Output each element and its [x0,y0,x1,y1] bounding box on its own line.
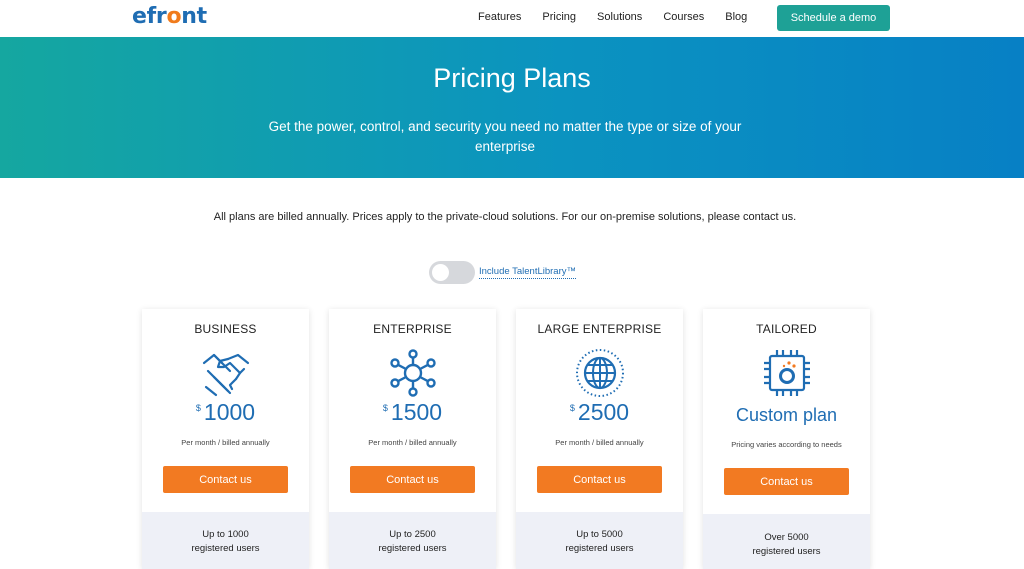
plan-period: Per month / billed annually [368,438,457,447]
top-navigation: efront Features Pricing Solutions Course… [0,0,1024,37]
handshake-icon [202,353,250,397]
plan-card-enterprise: ENTERPRISE $1500 Per month / billed annu… [329,309,496,569]
plan-period: Per month / billed annually [555,438,644,447]
nav-link-courses[interactable]: Courses [663,11,704,23]
plan-name: ENTERPRISE [373,322,452,336]
plan-period: Pricing varies according to needs [731,440,842,449]
plan-card-tailored: TAILORED Custom plan Pricing varies acco… [703,309,870,569]
plan-users: Up to 2500 registered users [329,512,496,569]
contact-us-button[interactable]: Contact us [163,466,288,493]
plan-users: Over 5000 registered users [703,514,870,569]
nav-links: Features Pricing Solutions Courses Blog [478,11,768,23]
schedule-demo-button[interactable]: Schedule a demo [777,5,890,31]
nav-link-blog[interactable]: Blog [725,11,747,23]
plan-name: BUSINESS [194,322,257,336]
plan-custom-price: Custom plan [735,405,838,425]
nav-link-pricing[interactable]: Pricing [542,11,576,23]
nav-link-solutions[interactable]: Solutions [597,11,642,23]
toggle-knob [432,264,449,281]
plan-name: LARGE ENTERPRISE [537,322,662,336]
plan-card-large-enterprise: LARGE ENTERPRISE $2500 Per month / bille… [516,309,683,569]
plan-name: TAILORED [756,322,817,336]
chip-icon [764,350,810,396]
nav-link-features[interactable]: Features [478,11,521,23]
plan-users: Up to 1000 registered users [142,512,309,569]
efront-logo[interactable]: efront [132,4,207,29]
contact-us-button[interactable]: Contact us [724,468,849,495]
plan-price: $1000 [195,399,256,425]
plan-period: Per month / billed annually [181,438,270,447]
billing-note: All plans are billed annually. Prices ap… [213,211,797,223]
plan-card-business: BUSINESS $1000 Per month / billed annual… [142,309,309,569]
plan-users: Up to 5000 registered users [516,512,683,569]
globe-icon [576,349,624,397]
talentlibrary-toggle[interactable] [429,261,475,284]
contact-us-button[interactable]: Contact us [350,466,475,493]
plan-price: $1500 [382,399,443,425]
hero-banner: Pricing Plans Get the power, control, an… [0,37,1024,178]
plan-price: $2500 [569,399,630,425]
network-hub-icon [390,349,436,397]
talentlibrary-toggle-label[interactable]: Include TalentLibrary™ [479,266,576,279]
page-title: Pricing Plans [433,63,591,93]
contact-us-button[interactable]: Contact us [537,466,662,493]
hero-subtitle: Get the power, control, and security you… [268,119,742,154]
